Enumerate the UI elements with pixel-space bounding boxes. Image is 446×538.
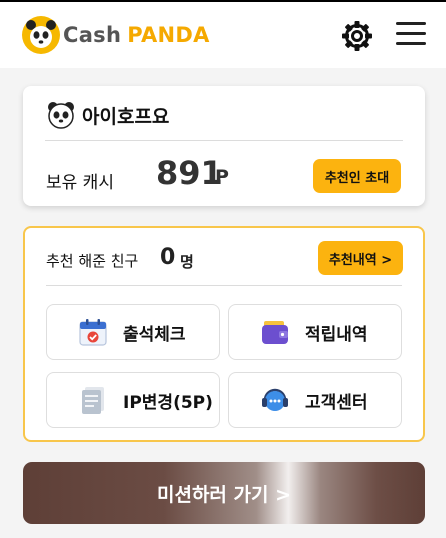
- logo-text: Cash PANDA: [63, 23, 210, 47]
- friends-unit: 명: [180, 253, 194, 271]
- menu-line: [396, 22, 426, 25]
- cash-unit: P: [215, 166, 229, 188]
- divider: [45, 140, 403, 141]
- app-header: Cash PANDA: [0, 2, 446, 68]
- tile-label: 출석체크: [123, 324, 186, 345]
- ip-change-button[interactable]: IP변경(5P): [46, 372, 220, 428]
- profile-card: 아이호프요 보유 캐시 891 P 추천인 초대: [23, 86, 425, 206]
- cash-value: 891: [156, 154, 223, 192]
- calendar-check-icon: [77, 316, 109, 348]
- customer-center-button[interactable]: 고객센터: [228, 372, 402, 428]
- go-mission-button[interactable]: 미션하러 가기 >: [23, 462, 425, 524]
- logo-cash-text: Cash: [63, 23, 122, 47]
- user-row: 아이호프요: [46, 98, 169, 132]
- username: 아이호프요: [82, 105, 170, 128]
- logo-panda-text: PANDA: [127, 23, 210, 47]
- referral-history-button[interactable]: 추천내역 >: [318, 241, 403, 275]
- hamburger-menu-button[interactable]: [396, 22, 426, 50]
- wallet-icon: [259, 316, 291, 348]
- divider: [46, 285, 402, 286]
- attendance-check-button[interactable]: 출석체크: [46, 304, 220, 360]
- invite-button[interactable]: 추천인 초대: [313, 159, 401, 193]
- referral-card: 추천 해준 친구 0 명 추천내역 > 출석체크 적립내역 IP변경(5P) 고…: [23, 226, 425, 442]
- tile-label: 적립내역: [305, 324, 368, 345]
- cash-label: 보유 캐시: [46, 173, 114, 193]
- settings-button[interactable]: [340, 19, 374, 53]
- friends-count: 0: [160, 245, 176, 270]
- tile-label: 고객센터: [305, 392, 368, 413]
- friends-label: 추천 해준 친구: [46, 252, 139, 270]
- tile-label: IP변경(5P): [123, 392, 213, 413]
- headset-chat-icon: [259, 384, 291, 416]
- gear-icon: [342, 21, 372, 51]
- menu-line: [396, 32, 426, 35]
- menu-line: [396, 42, 426, 45]
- document-icon: [77, 384, 109, 416]
- app-logo[interactable]: Cash PANDA: [22, 16, 210, 54]
- panda-avatar-icon: [48, 102, 74, 129]
- earning-history-button[interactable]: 적립내역: [228, 304, 402, 360]
- panda-logo-icon: [22, 16, 60, 54]
